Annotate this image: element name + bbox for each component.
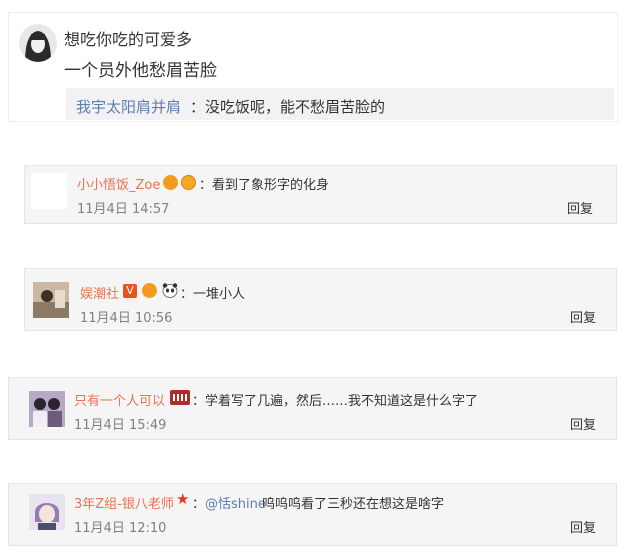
top-post-avatar[interactable] [19, 24, 57, 62]
top-post-text: 一个员外他愁眉苦脸 [64, 61, 217, 81]
comment-author[interactable]: 只有一个人可以 [74, 390, 165, 409]
reply-button[interactable]: 回复 [570, 517, 596, 536]
star-icon: ★ [176, 490, 190, 508]
comment-author[interactable]: 3年Z组-银八老师 [74, 493, 174, 512]
reply-button[interactable]: 回复 [570, 307, 596, 326]
photo-avatar-icon[interactable] [29, 391, 65, 427]
blank-avatar-icon[interactable] [31, 173, 67, 209]
reply-button[interactable]: 回复 [567, 198, 593, 217]
vip-badge-icon [142, 283, 157, 298]
comment-colon: ： [192, 497, 206, 512]
top-post-author[interactable]: 想吃你吃的可爱多 [64, 26, 192, 50]
anime-avatar-icon[interactable] [29, 494, 65, 530]
photo-avatar-icon[interactable] [33, 282, 69, 318]
comment-text: ：一堆小人 [180, 287, 246, 302]
comment-text: ：看到了象形字的化身 [199, 178, 330, 193]
medal-badge-icon [181, 175, 196, 190]
comment-mention-link[interactable]: @恬shine [205, 493, 266, 512]
comment-time: 11月4日 14:57 [77, 202, 170, 217]
comment-author[interactable]: 娱潮社 [80, 283, 119, 302]
comment-time: 11月4日 15:49 [74, 418, 167, 433]
comment-text: 呜呜呜看了三秒还在想这是啥字 [262, 497, 445, 512]
reply-button[interactable]: 回复 [570, 414, 596, 433]
verified-v-icon: V [123, 284, 137, 298]
comment-time: 11月4日 12:10 [74, 521, 167, 536]
vip-badge-icon [163, 175, 178, 190]
comment-time: 11月4日 10:56 [80, 311, 173, 326]
level-badge-icon [170, 390, 190, 405]
panda-icon [162, 283, 178, 298]
top-post-reply-text: ：没吃饭呢，能不愁眉苦脸的 [190, 98, 386, 116]
comment-author[interactable]: 小小悟饭_Zoe [77, 174, 160, 193]
top-post-reply-author[interactable]: 我宇太阳肩并肩 [76, 96, 181, 117]
comment-text: ：学着写了几遍，然后……我不知道这是什么字了 [192, 394, 479, 409]
